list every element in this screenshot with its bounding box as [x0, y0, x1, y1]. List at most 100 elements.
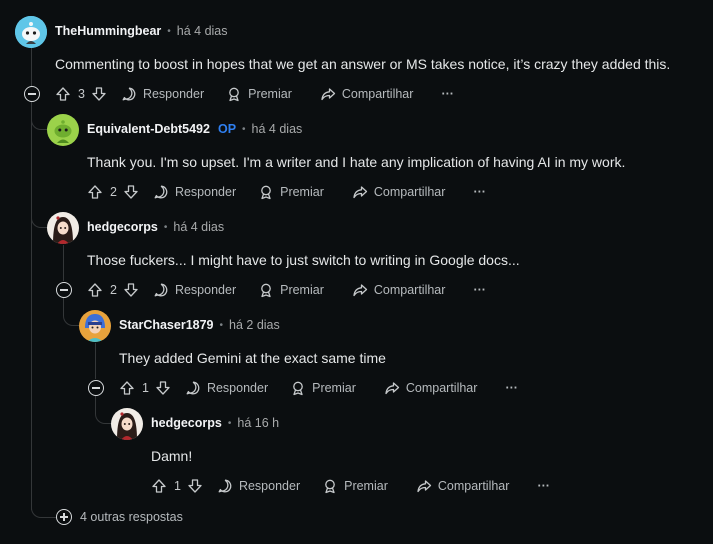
comment-header: TheHummingbear • há 4 dias — [55, 24, 228, 38]
award-button[interactable]: Premiar — [290, 380, 356, 396]
upvote-icon — [88, 185, 102, 199]
upvote-button[interactable] — [119, 380, 135, 396]
avatar[interactable] — [47, 114, 79, 146]
share-button[interactable]: Compartilhar — [416, 478, 509, 494]
share-icon — [417, 480, 432, 493]
vote-count: 2 — [110, 283, 117, 297]
share-button[interactable]: Compartilhar — [384, 380, 477, 396]
more-options-button[interactable]: ··· — [473, 185, 486, 199]
vote-count: 1 — [174, 479, 181, 493]
award-label: Premiar — [248, 87, 292, 101]
reply-button[interactable]: Responder — [153, 282, 236, 298]
separator: • — [242, 123, 246, 135]
upvote-icon — [152, 479, 166, 493]
share-label: Compartilhar — [373, 185, 446, 199]
separator: • — [227, 417, 232, 429]
collapse-thread-button[interactable] — [24, 86, 40, 102]
more-replies-button[interactable]: 4 outras respostas — [56, 509, 183, 525]
author-name[interactable]: hedgecorps — [87, 220, 158, 234]
more-replies-label: 4 outras respostas — [80, 510, 183, 524]
avatar[interactable] — [47, 212, 79, 244]
comment-header: StarChaser1879 • há 2 dias — [119, 318, 280, 332]
award-button[interactable]: Premiar — [258, 282, 324, 298]
share-button[interactable]: Compartilhar — [352, 184, 446, 200]
share-label: Compartilhar — [341, 87, 414, 101]
comment-icon — [154, 185, 168, 199]
share-icon — [353, 186, 368, 199]
comment-icon — [218, 479, 232, 493]
share-icon — [385, 382, 400, 395]
collapse-thread-button[interactable] — [88, 380, 104, 396]
reply-label: Responder — [174, 283, 237, 297]
reply-button[interactable]: Responder — [121, 86, 204, 102]
award-label: Premiar — [344, 479, 388, 493]
upvote-button[interactable] — [87, 184, 103, 200]
more-options-button[interactable]: ··· — [441, 87, 454, 101]
vote-count: 2 — [110, 185, 117, 199]
more-options-button[interactable]: ··· — [537, 479, 550, 493]
reply-label: Responder — [174, 185, 237, 199]
share-button[interactable]: Compartilhar — [352, 282, 446, 298]
timestamp[interactable]: há 16 h — [237, 416, 279, 430]
award-button[interactable]: Premiar — [258, 184, 324, 200]
comment-header: hedgecorps • há 4 dias — [87, 220, 224, 234]
vote-count: 3 — [78, 87, 85, 101]
upvote-button[interactable] — [87, 282, 103, 298]
comment-text: Commenting to boost in hopes that we get… — [55, 56, 671, 72]
upvote-button[interactable] — [151, 478, 167, 494]
share-icon — [353, 284, 368, 297]
separator: • — [163, 221, 168, 233]
reply-button[interactable]: Responder — [185, 380, 268, 396]
downvote-button[interactable] — [187, 478, 203, 494]
downvote-icon — [124, 283, 138, 297]
upvote-button[interactable] — [55, 86, 71, 102]
award-icon — [261, 185, 271, 200]
timestamp[interactable]: há 4 dias — [177, 24, 228, 38]
downvote-icon — [92, 87, 106, 101]
reply-button[interactable]: Responder — [153, 184, 236, 200]
award-icon — [325, 479, 335, 494]
author-name[interactable]: StarChaser1879 — [119, 318, 214, 332]
comment-text: Those fuckers... I might have to just sw… — [87, 252, 520, 268]
comment-text: Damn! — [151, 448, 193, 464]
award-button[interactable]: Premiar — [226, 86, 292, 102]
share-button[interactable]: Compartilhar — [320, 86, 414, 102]
author-name[interactable]: Equivalent-Debt5492 — [87, 122, 210, 136]
downvote-button[interactable] — [123, 282, 139, 298]
upvote-icon — [88, 283, 102, 297]
comment-header: Equivalent-Debt5492 OP • há 4 dias — [87, 122, 302, 136]
comment-header: hedgecorps • há 16 h — [151, 416, 279, 430]
downvote-icon — [156, 381, 170, 395]
reply-button[interactable]: Responder — [217, 478, 300, 494]
timestamp[interactable]: há 2 dias — [229, 318, 280, 332]
more-options-button[interactable]: ··· — [505, 381, 518, 395]
downvote-button[interactable] — [123, 184, 139, 200]
author-name[interactable]: TheHummingbear — [55, 24, 161, 38]
upvote-icon — [56, 87, 70, 101]
avatar[interactable] — [79, 310, 111, 342]
award-label: Premiar — [280, 283, 324, 297]
award-icon — [229, 87, 239, 102]
avatar[interactable] — [15, 16, 47, 48]
comment-text: Thank you. I'm so upset. I'm a writer an… — [87, 154, 626, 170]
collapse-thread-button[interactable] — [56, 282, 72, 298]
downvote-icon — [124, 185, 138, 199]
avatar[interactable] — [111, 408, 143, 440]
downvote-button[interactable] — [91, 86, 107, 102]
thread-connector — [31, 200, 48, 228]
author-name[interactable]: hedgecorps — [151, 416, 222, 430]
thread-connector — [31, 495, 56, 518]
comment-actions: 1 Responder Premiar Compartilhar ··· — [151, 476, 550, 496]
timestamp[interactable]: há 4 dias — [173, 220, 224, 234]
timestamp[interactable]: há 4 dias — [252, 122, 303, 136]
thread-line — [63, 245, 64, 281]
separator: • — [219, 319, 224, 331]
award-button[interactable]: Premiar — [322, 478, 388, 494]
downvote-button[interactable] — [155, 380, 171, 396]
more-options-button[interactable]: ··· — [473, 283, 486, 297]
comment-text: They added Gemini at the exact same time — [119, 350, 386, 366]
reply-label: Responder — [142, 87, 205, 101]
upvote-icon — [120, 381, 134, 395]
share-label: Compartilhar — [373, 283, 446, 297]
comment-actions: 3 Responder Premiar Compartilhar ··· — [55, 84, 454, 104]
